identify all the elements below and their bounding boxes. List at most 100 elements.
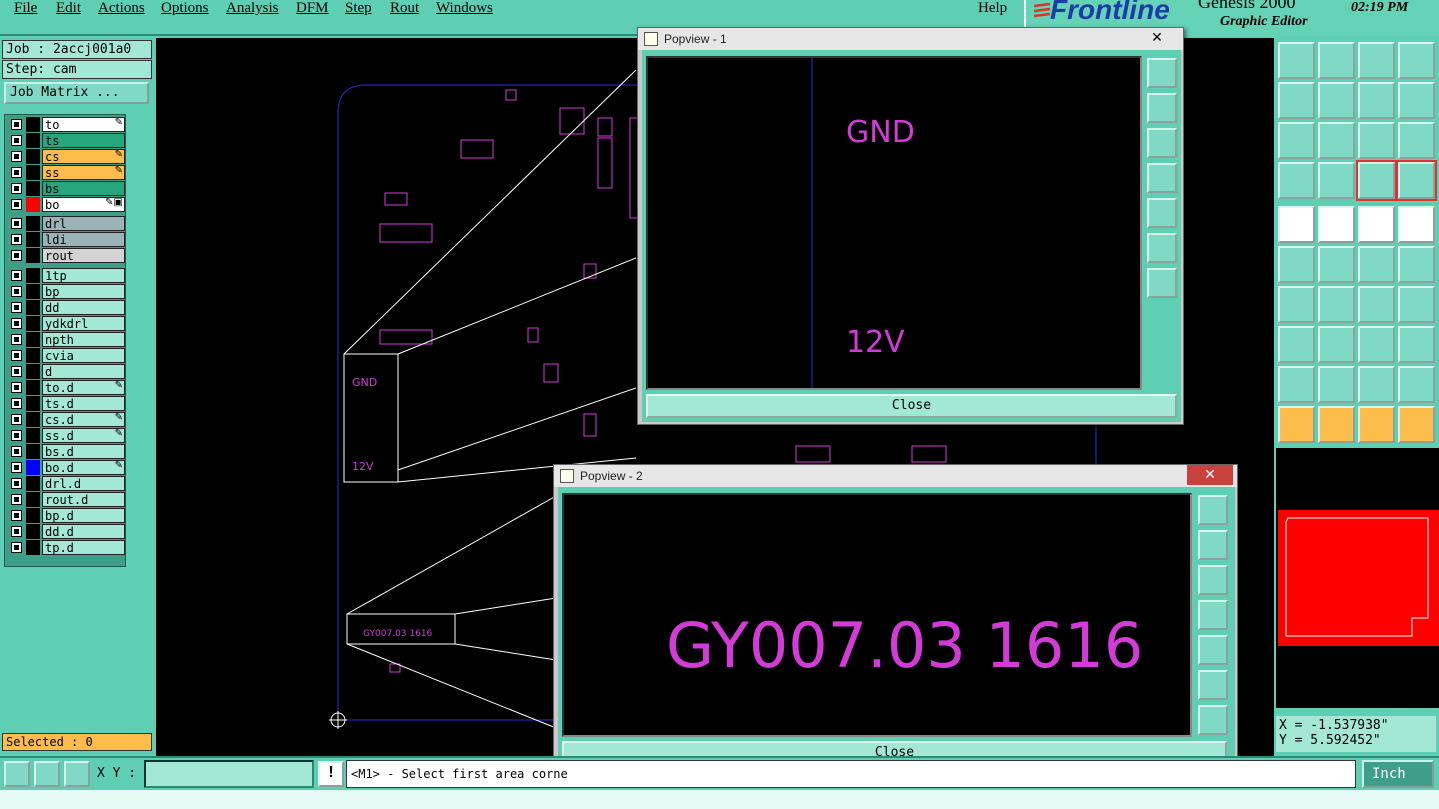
- popview-2-view[interactable]: GY007.03 1616: [562, 493, 1192, 737]
- layer-name[interactable]: bs: [42, 181, 125, 196]
- layer-name[interactable]: cvia: [42, 348, 125, 363]
- close-icon[interactable]: ✕: [1135, 28, 1179, 48]
- fit-screen-icon[interactable]: [1278, 122, 1315, 159]
- layer-checkbox[interactable]: [11, 135, 22, 146]
- align-icon[interactable]: [1398, 286, 1435, 323]
- pan-down-icon[interactable]: [1147, 128, 1177, 158]
- menu-dfm[interactable]: DFM: [296, 0, 329, 17]
- layer-name[interactable]: bo.d: [42, 460, 125, 475]
- layer-checkbox[interactable]: [11, 542, 22, 553]
- layer-row[interactable]: tp.d: [7, 540, 125, 555]
- select-icon[interactable]: [1278, 206, 1315, 243]
- layer-name[interactable]: dd: [42, 300, 125, 315]
- split-window-icon[interactable]: [1398, 42, 1435, 79]
- layer-color-swatch[interactable]: [26, 364, 40, 379]
- pan-icon[interactable]: [1318, 122, 1355, 159]
- layer-color-swatch[interactable]: [26, 492, 40, 507]
- layer-name[interactable]: ss: [42, 165, 125, 180]
- layer-checkbox[interactable]: [11, 478, 22, 489]
- distance-icon[interactable]: [1318, 326, 1355, 363]
- stretch-icon[interactable]: [1358, 326, 1395, 363]
- layer-row[interactable]: 1tp: [7, 268, 125, 283]
- layer-row[interactable]: rout: [7, 248, 125, 263]
- popview-1-close-button[interactable]: Close: [646, 394, 1177, 418]
- layer-row[interactable]: ts: [7, 133, 125, 148]
- menu-options[interactable]: Options: [161, 0, 209, 17]
- triangle-icon[interactable]: [1278, 366, 1315, 403]
- layer-color-swatch[interactable]: [26, 181, 40, 196]
- layer-checkbox[interactable]: [11, 270, 22, 281]
- netlist-compare-icon[interactable]: [1396, 160, 1437, 201]
- layer-color-swatch[interactable]: [26, 284, 40, 299]
- pan-down-icon[interactable]: [1198, 565, 1228, 595]
- job-matrix-button[interactable]: Job Matrix ...: [4, 82, 149, 104]
- layer-row[interactable]: ts.d: [7, 396, 125, 411]
- pan-left-icon[interactable]: [1198, 600, 1228, 630]
- delete-icon[interactable]: [1318, 246, 1355, 283]
- layer-color-swatch[interactable]: [26, 216, 40, 231]
- layer-name[interactable]: rout: [42, 248, 125, 263]
- menu-help[interactable]: Help: [978, 0, 1007, 17]
- layer-color-swatch[interactable]: [26, 332, 40, 347]
- layer-checkbox[interactable]: [11, 526, 22, 537]
- pointer-circle-icon[interactable]: [1358, 406, 1395, 443]
- layer-color-swatch[interactable]: [26, 396, 40, 411]
- pan-right-icon[interactable]: [1198, 635, 1228, 665]
- layer-checkbox[interactable]: [11, 302, 22, 313]
- layer-row[interactable]: dd: [7, 300, 125, 315]
- layer-row[interactable]: bp.d: [7, 508, 125, 523]
- layer-row[interactable]: ss.d ✎: [7, 428, 125, 443]
- layer-checkbox[interactable]: [11, 510, 22, 521]
- measure-icon[interactable]: [34, 761, 60, 787]
- layer-checkbox[interactable]: [11, 462, 22, 473]
- help-icon[interactable]: [1398, 122, 1435, 159]
- layer-name[interactable]: dd.d: [42, 524, 125, 539]
- grid-icon[interactable]: [1318, 162, 1355, 199]
- xy-input[interactable]: [144, 760, 314, 788]
- layer-color-swatch[interactable]: [26, 133, 40, 148]
- alert-icon[interactable]: !: [318, 761, 344, 787]
- layer-checkbox[interactable]: [11, 183, 22, 194]
- triangle-up-icon[interactable]: [1318, 366, 1355, 403]
- layer-color-swatch[interactable]: [26, 524, 40, 539]
- layer-name[interactable]: d: [42, 364, 125, 379]
- layer-checkbox[interactable]: [11, 250, 22, 261]
- layer-color-swatch[interactable]: [26, 165, 40, 180]
- popview-1-view[interactable]: GND 12V: [646, 56, 1142, 390]
- layer-row[interactable]: to ✎: [7, 117, 125, 132]
- layer-row[interactable]: bp: [7, 284, 125, 299]
- home-icon[interactable]: [1358, 42, 1395, 79]
- layer-name[interactable]: cs: [42, 149, 125, 164]
- rotate-icon[interactable]: [1358, 286, 1395, 323]
- menu-windows[interactable]: Windows: [436, 0, 493, 17]
- layer-name[interactable]: npth: [42, 332, 125, 347]
- zoom-out-icon[interactable]: [1147, 233, 1177, 263]
- place-icon[interactable]: [1278, 326, 1315, 363]
- menu-analysis[interactable]: Analysis: [226, 0, 279, 17]
- unit-selector[interactable]: Inch: [1362, 760, 1434, 788]
- layer-row[interactable]: drl.d: [7, 476, 125, 491]
- menu-edit[interactable]: Edit: [56, 0, 81, 17]
- layer-name[interactable]: drl: [42, 216, 125, 231]
- layer-name[interactable]: drl.d: [42, 476, 125, 491]
- zoom-home-icon[interactable]: [1198, 495, 1228, 525]
- layer-checkbox[interactable]: [11, 318, 22, 329]
- layer-color-swatch[interactable]: [26, 476, 40, 491]
- settings-icon[interactable]: [1278, 162, 1315, 199]
- netlist-icon[interactable]: [1356, 160, 1397, 201]
- layer-checkbox[interactable]: [11, 119, 22, 130]
- zoom-home-icon[interactable]: [1147, 58, 1177, 88]
- layer-row[interactable]: to.d ✎: [7, 380, 125, 395]
- move-up-icon[interactable]: [1278, 42, 1315, 79]
- layer-row[interactable]: bs.d: [7, 444, 125, 459]
- layer-row[interactable]: cs.d ✎: [7, 412, 125, 427]
- draw-icon[interactable]: [1318, 206, 1355, 243]
- layer-checkbox[interactable]: [11, 430, 22, 441]
- layer-color-swatch[interactable]: [26, 380, 40, 395]
- layer-color-swatch[interactable]: [26, 412, 40, 427]
- ruler-icon[interactable]: [1358, 206, 1395, 243]
- layer-row[interactable]: d: [7, 364, 125, 379]
- layer-color-swatch[interactable]: [26, 508, 40, 523]
- layer-color-swatch[interactable]: [26, 268, 40, 283]
- zoom-in-icon[interactable]: [1198, 705, 1228, 735]
